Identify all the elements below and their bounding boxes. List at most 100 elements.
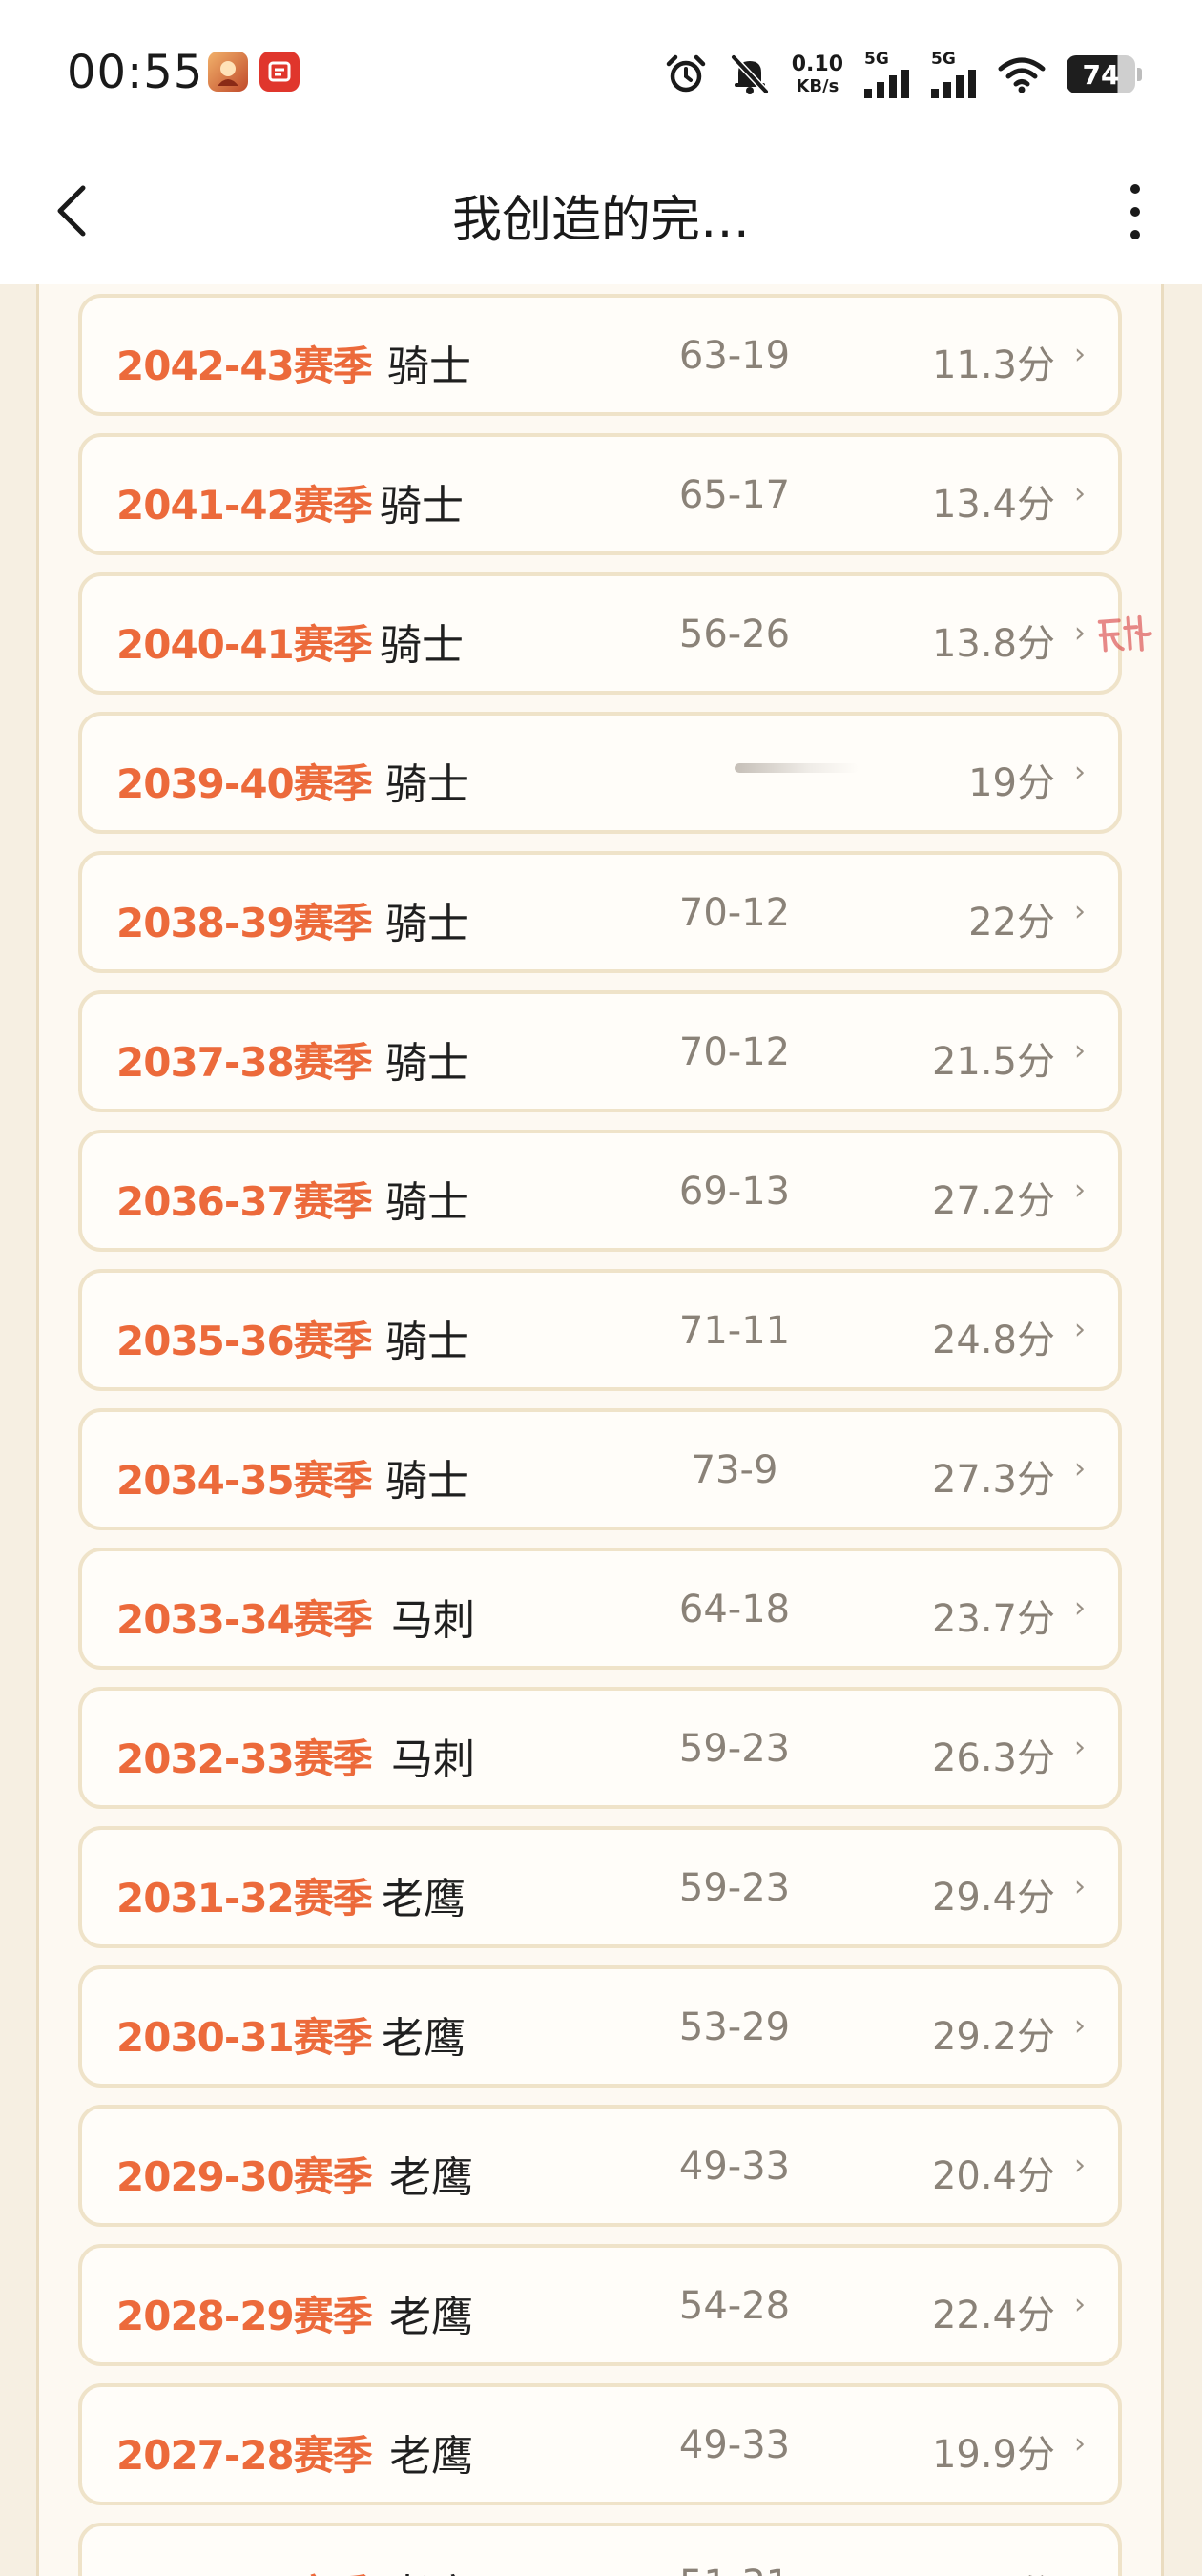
win-loss-record: 70-12 [678, 891, 791, 935]
team-name: 骑士 [385, 900, 469, 948]
points-per-game: 11.3分 [931, 343, 1055, 387]
points-per-game: 18.8分 [932, 2563, 1055, 2576]
win-loss-record: 63-19 [678, 334, 791, 378]
season-label: 2042-43赛季 [116, 343, 373, 389]
chevron-right-icon: › [1074, 2149, 1086, 2182]
nav-header: 我创造的完… [0, 143, 1202, 284]
points-per-game: 21.5分 [931, 1040, 1055, 1084]
sim1-signal: 5G [864, 51, 910, 98]
battery-level: 74 [1082, 58, 1120, 91]
season-label: 2031-32赛季 [116, 1875, 373, 1922]
points-per-game: 27.3分 [931, 1458, 1055, 1502]
season-label: 2028-29赛季 [116, 2293, 373, 2339]
season-label: 2026-27赛季 [116, 2563, 373, 2576]
points-per-game: 13.4分 [931, 483, 1055, 527]
chevron-right-icon: › [1074, 2427, 1086, 2461]
network-speed-value: 0.10 [791, 52, 843, 76]
chevron-right-icon: › [1074, 756, 1086, 789]
season-row[interactable]: 2030-31赛季 老鹰 53-29 29.2分 › [78, 1965, 1122, 2088]
season-row[interactable]: 2037-38赛季 骑士 70-12 21.5分 › [78, 990, 1122, 1112]
team-name: 老鹰 [389, 2293, 473, 2341]
win-loss-record: 73-9 [691, 1448, 778, 1492]
chevron-right-icon: › [1074, 1452, 1086, 1485]
season-row[interactable]: 2032-33赛季 马刺 59-23 26.3分 › [78, 1687, 1122, 1809]
points-per-game: 24.8分 [931, 1319, 1055, 1362]
win-loss-record: 54-28 [678, 2284, 791, 2328]
page-title: 我创造的完… [451, 192, 750, 249]
team-name: 老鹰 [382, 1875, 466, 1923]
wifi-icon [998, 57, 1046, 93]
team-name: 骑士 [385, 1039, 469, 1088]
season-label: 2033-34赛季 [116, 1596, 373, 1643]
points-per-game: 20.4分 [931, 2154, 1055, 2198]
season-label: 2036-37赛季 [116, 1178, 373, 1225]
record-placeholder [735, 763, 859, 773]
points-per-game: 23.7分 [931, 1597, 1055, 1641]
points-per-game: 27.2分 [931, 1179, 1055, 1223]
game-app-icon [208, 52, 248, 92]
chevron-right-icon: › [1074, 1313, 1086, 1346]
season-row[interactable]: 2033-34赛季 马刺 64-18 23.7分 › [78, 1548, 1122, 1670]
team-name: 骑士 [380, 482, 464, 530]
team-name: 老鹰 [382, 2014, 466, 2063]
status-bar: 00:55 0.10 KB/s 5G 5G 74 [0, 0, 1202, 143]
win-loss-record: 65-17 [678, 473, 791, 517]
season-row[interactable]: 2029-30赛季 老鹰 49-33 20.4分 › [78, 2105, 1122, 2227]
team-name: 骑士 [385, 1318, 469, 1366]
watermark-mark [1097, 614, 1152, 653]
season-label: 2029-30赛季 [116, 2153, 373, 2200]
season-row[interactable]: 2036-37赛季 骑士 69-13 27.2分 › [78, 1130, 1122, 1252]
chevron-right-icon: › [1074, 1174, 1086, 1207]
season-row[interactable]: 2031-32赛季 老鹰 59-23 29.4分 › [78, 1826, 1122, 1948]
signal-icon [931, 69, 976, 98]
win-loss-record: 59-23 [678, 1727, 791, 1771]
season-label: 2030-31赛季 [116, 2014, 373, 2061]
more-dot [1130, 207, 1140, 217]
win-loss-record: 53-29 [678, 2005, 791, 2049]
points-per-game: 19分 [968, 761, 1055, 805]
season-label: 2035-36赛季 [116, 1318, 373, 1364]
win-loss-record: 49-33 [678, 2423, 791, 2467]
season-row[interactable]: 2039-40赛季 骑士 19分 › [78, 712, 1122, 834]
win-loss-record: 70-12 [678, 1030, 791, 1074]
chevron-right-icon: › [1074, 895, 1086, 928]
season-row[interactable]: 2041-42赛季 骑士 65-17 13.4分 › [78, 433, 1122, 555]
season-list-area: 2042-43赛季 骑士 63-19 11.3分 › 2041-42赛季 骑士 65-17 13… [0, 284, 1202, 2576]
points-per-game: 29.4分 [931, 1876, 1055, 1920]
season-row[interactable]: 2026-27赛季 老鹰 51-31 18.8分 › [78, 2523, 1122, 2576]
chevron-right-icon: › [1074, 2009, 1086, 2043]
more-dot [1130, 230, 1140, 239]
season-label: 2038-39赛季 [116, 900, 373, 946]
season-row[interactable]: 2028-29赛季 老鹰 54-28 22.4分 › [78, 2244, 1122, 2366]
chevron-right-icon: › [1074, 477, 1086, 510]
status-icons: 0.10 KB/s 5G 5G 74 [664, 48, 1142, 101]
points-per-game: 26.3分 [931, 1736, 1055, 1780]
win-loss-record: 56-26 [678, 613, 791, 656]
battery-icon: 74 [1067, 55, 1142, 93]
season-row[interactable]: 2034-35赛季 骑士 73-9 27.3分 › [78, 1408, 1122, 1530]
app-notification-icon [259, 52, 300, 92]
more-options-button[interactable] [1107, 172, 1164, 252]
season-label: 2037-38赛季 [116, 1039, 373, 1086]
win-loss-record: 51-31 [658, 2563, 811, 2576]
more-dot [1130, 184, 1140, 194]
win-loss-record: 59-23 [678, 1866, 791, 1910]
season-row[interactable]: 2035-36赛季 骑士 71-11 24.8分 › [78, 1269, 1122, 1391]
season-row[interactable]: 2040-41赛季 骑士 56-26 13.8分 › [78, 572, 1122, 695]
season-label: 2032-33赛季 [116, 1735, 373, 1782]
team-name: 骑士 [385, 760, 469, 809]
season-row[interactable]: 2027-28赛季 老鹰 49-33 19.9分 › [78, 2383, 1122, 2505]
network-speed-unit: KB/s [796, 75, 839, 96]
points-per-game: 13.8分 [931, 622, 1055, 666]
team-name: 马刺 [391, 1735, 475, 1784]
points-per-game: 22.4分 [931, 2294, 1055, 2337]
season-label: 2041-42赛季 [116, 482, 373, 529]
season-row[interactable]: 2038-39赛季 骑士 70-12 22分 › [78, 851, 1122, 973]
mute-icon [731, 54, 769, 94]
team-name: 老鹰 [389, 2153, 473, 2202]
points-per-game: 19.9分 [931, 2433, 1055, 2477]
season-label: 2040-41赛季 [116, 621, 373, 668]
season-row[interactable]: 2042-43赛季 骑士 63-19 11.3分 › [78, 294, 1122, 416]
season-label: 2027-28赛季 [116, 2432, 373, 2479]
sim2-signal: 5G [931, 51, 977, 98]
